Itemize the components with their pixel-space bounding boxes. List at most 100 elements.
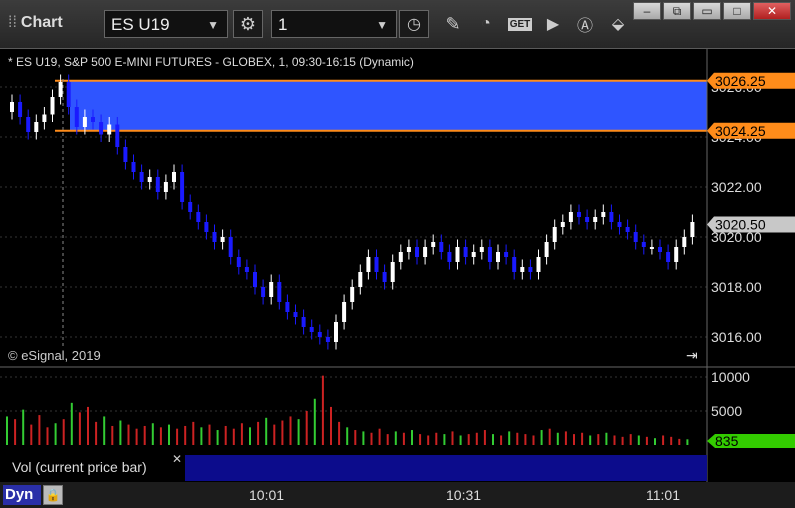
price-bar: [641, 242, 646, 247]
volume-bar: [589, 435, 592, 445]
volume-bar: [159, 427, 162, 445]
volume-bar: [394, 431, 397, 445]
volume-bar: [370, 432, 373, 445]
volume-bar: [103, 416, 106, 445]
draw-button[interactable]: ✎: [438, 10, 468, 38]
price-bar: [163, 182, 168, 192]
volume-bar: [378, 428, 381, 445]
price-bar: [625, 227, 630, 232]
time-label-1031: 10:31: [446, 487, 482, 503]
dynamic-mode-button[interactable]: Dyn: [3, 485, 41, 505]
price-bar: [317, 332, 322, 337]
price-tick-label: 3018.00: [711, 279, 762, 295]
price-bar: [447, 252, 452, 262]
price-bar: [455, 247, 460, 262]
volume-bar: [289, 416, 292, 445]
time-label-1001: 10:01: [249, 487, 285, 503]
price-bar: [139, 172, 144, 182]
window-title-label: Chart: [20, 14, 63, 31]
get-button[interactable]: GET: [505, 10, 535, 38]
volume-bar: [605, 432, 608, 445]
grip-icon[interactable]: ⁞⁞: [8, 14, 17, 31]
volume-bar: [330, 406, 332, 445]
settings-button[interactable]: ⚙: [233, 10, 263, 38]
volume-bar: [119, 420, 122, 445]
window-title: ⁞⁞ Chart: [8, 14, 63, 32]
price-bar: [512, 257, 517, 272]
volume-bar: [597, 434, 600, 445]
lock-icon[interactable]: 🔒: [43, 485, 63, 505]
play-icon: ▶: [546, 16, 560, 33]
minimize-button[interactable]: –: [633, 2, 661, 20]
price-bar: [115, 124, 120, 147]
volume-bar: [435, 432, 438, 445]
get-icon: GET: [507, 17, 533, 31]
volume-study-bar: [185, 455, 707, 481]
price-bar: [261, 287, 266, 297]
price-bar: [463, 247, 468, 257]
study-icon: ◔: [481, 15, 491, 32]
volume-bar: [346, 427, 349, 445]
symbol-value: ES U19: [111, 15, 170, 34]
volume-bar: [273, 424, 276, 445]
scroll-right-icon[interactable]: ⇥: [686, 347, 698, 363]
price-bar: [10, 102, 14, 112]
price-tick-label: 3016.00: [711, 329, 762, 345]
symbol-dropdown[interactable]: ES U19 ▼: [104, 10, 228, 38]
link-icon: ⬙: [611, 16, 625, 33]
volume-bar: [629, 434, 632, 445]
price-bar: [431, 242, 436, 247]
volume-bar: [613, 435, 616, 445]
price-bar: [617, 222, 622, 227]
price-bar: [415, 247, 419, 257]
volume-bar: [637, 435, 640, 445]
price-bar: [309, 327, 314, 332]
volume-bar: [338, 421, 341, 445]
volume-bar: [184, 425, 187, 445]
volume-bar: [662, 435, 665, 445]
volume-bar: [14, 419, 17, 445]
maximize-button[interactable]: □: [723, 2, 751, 20]
alert-button[interactable]: Ⓐ: [570, 10, 600, 38]
volume-bar: [475, 432, 478, 445]
chevron-down-icon[interactable]: ▼: [207, 11, 219, 39]
volume-bar: [143, 425, 146, 445]
volume-bar: [573, 434, 575, 445]
detach-button[interactable]: ▭: [693, 2, 721, 20]
price-bar: [358, 272, 363, 287]
volume-bar: [224, 425, 227, 445]
play-button[interactable]: ▶: [538, 10, 568, 38]
price-bar: [658, 247, 662, 252]
close-study-icon[interactable]: ✕: [172, 452, 182, 466]
watermark: © eSignal, 2019: [8, 348, 101, 363]
volume-bar: [581, 432, 584, 445]
volume-bar: [670, 436, 673, 445]
price-chart[interactable]: * ES U19, S&P 500 E-MINI FUTURES - GLOBE…: [0, 49, 795, 482]
restore-button[interactable]: ⧉: [663, 2, 691, 20]
volume-bar: [532, 435, 535, 445]
study-button[interactable]: ◔: [471, 10, 501, 38]
time-button[interactable]: ◷: [399, 10, 429, 38]
volume-bar: [216, 430, 219, 445]
volume-bar: [127, 424, 130, 445]
price-bar: [99, 122, 104, 135]
price-bar: [439, 242, 444, 252]
volume-bar: [135, 428, 138, 445]
close-button[interactable]: ✕: [753, 2, 791, 20]
current-volume-label: 835: [715, 433, 739, 449]
volume-bar: [654, 438, 656, 445]
interval-dropdown[interactable]: 1 ▼: [271, 10, 397, 38]
minimize-icon: –: [643, 4, 651, 18]
volume-study-label[interactable]: Vol (current price bar): [12, 459, 147, 475]
price-bar: [42, 114, 47, 122]
price-bar: [536, 257, 541, 272]
link-button[interactable]: ⬙: [603, 10, 633, 38]
interval-value: 1: [278, 15, 288, 34]
price-bar: [528, 267, 533, 272]
clock-icon: ◷: [407, 16, 421, 33]
volume-bar: [265, 417, 268, 445]
price-bar: [301, 317, 306, 327]
chevron-down-icon[interactable]: ▼: [376, 11, 388, 39]
price-bar: [350, 287, 355, 302]
price-bar: [155, 177, 160, 192]
